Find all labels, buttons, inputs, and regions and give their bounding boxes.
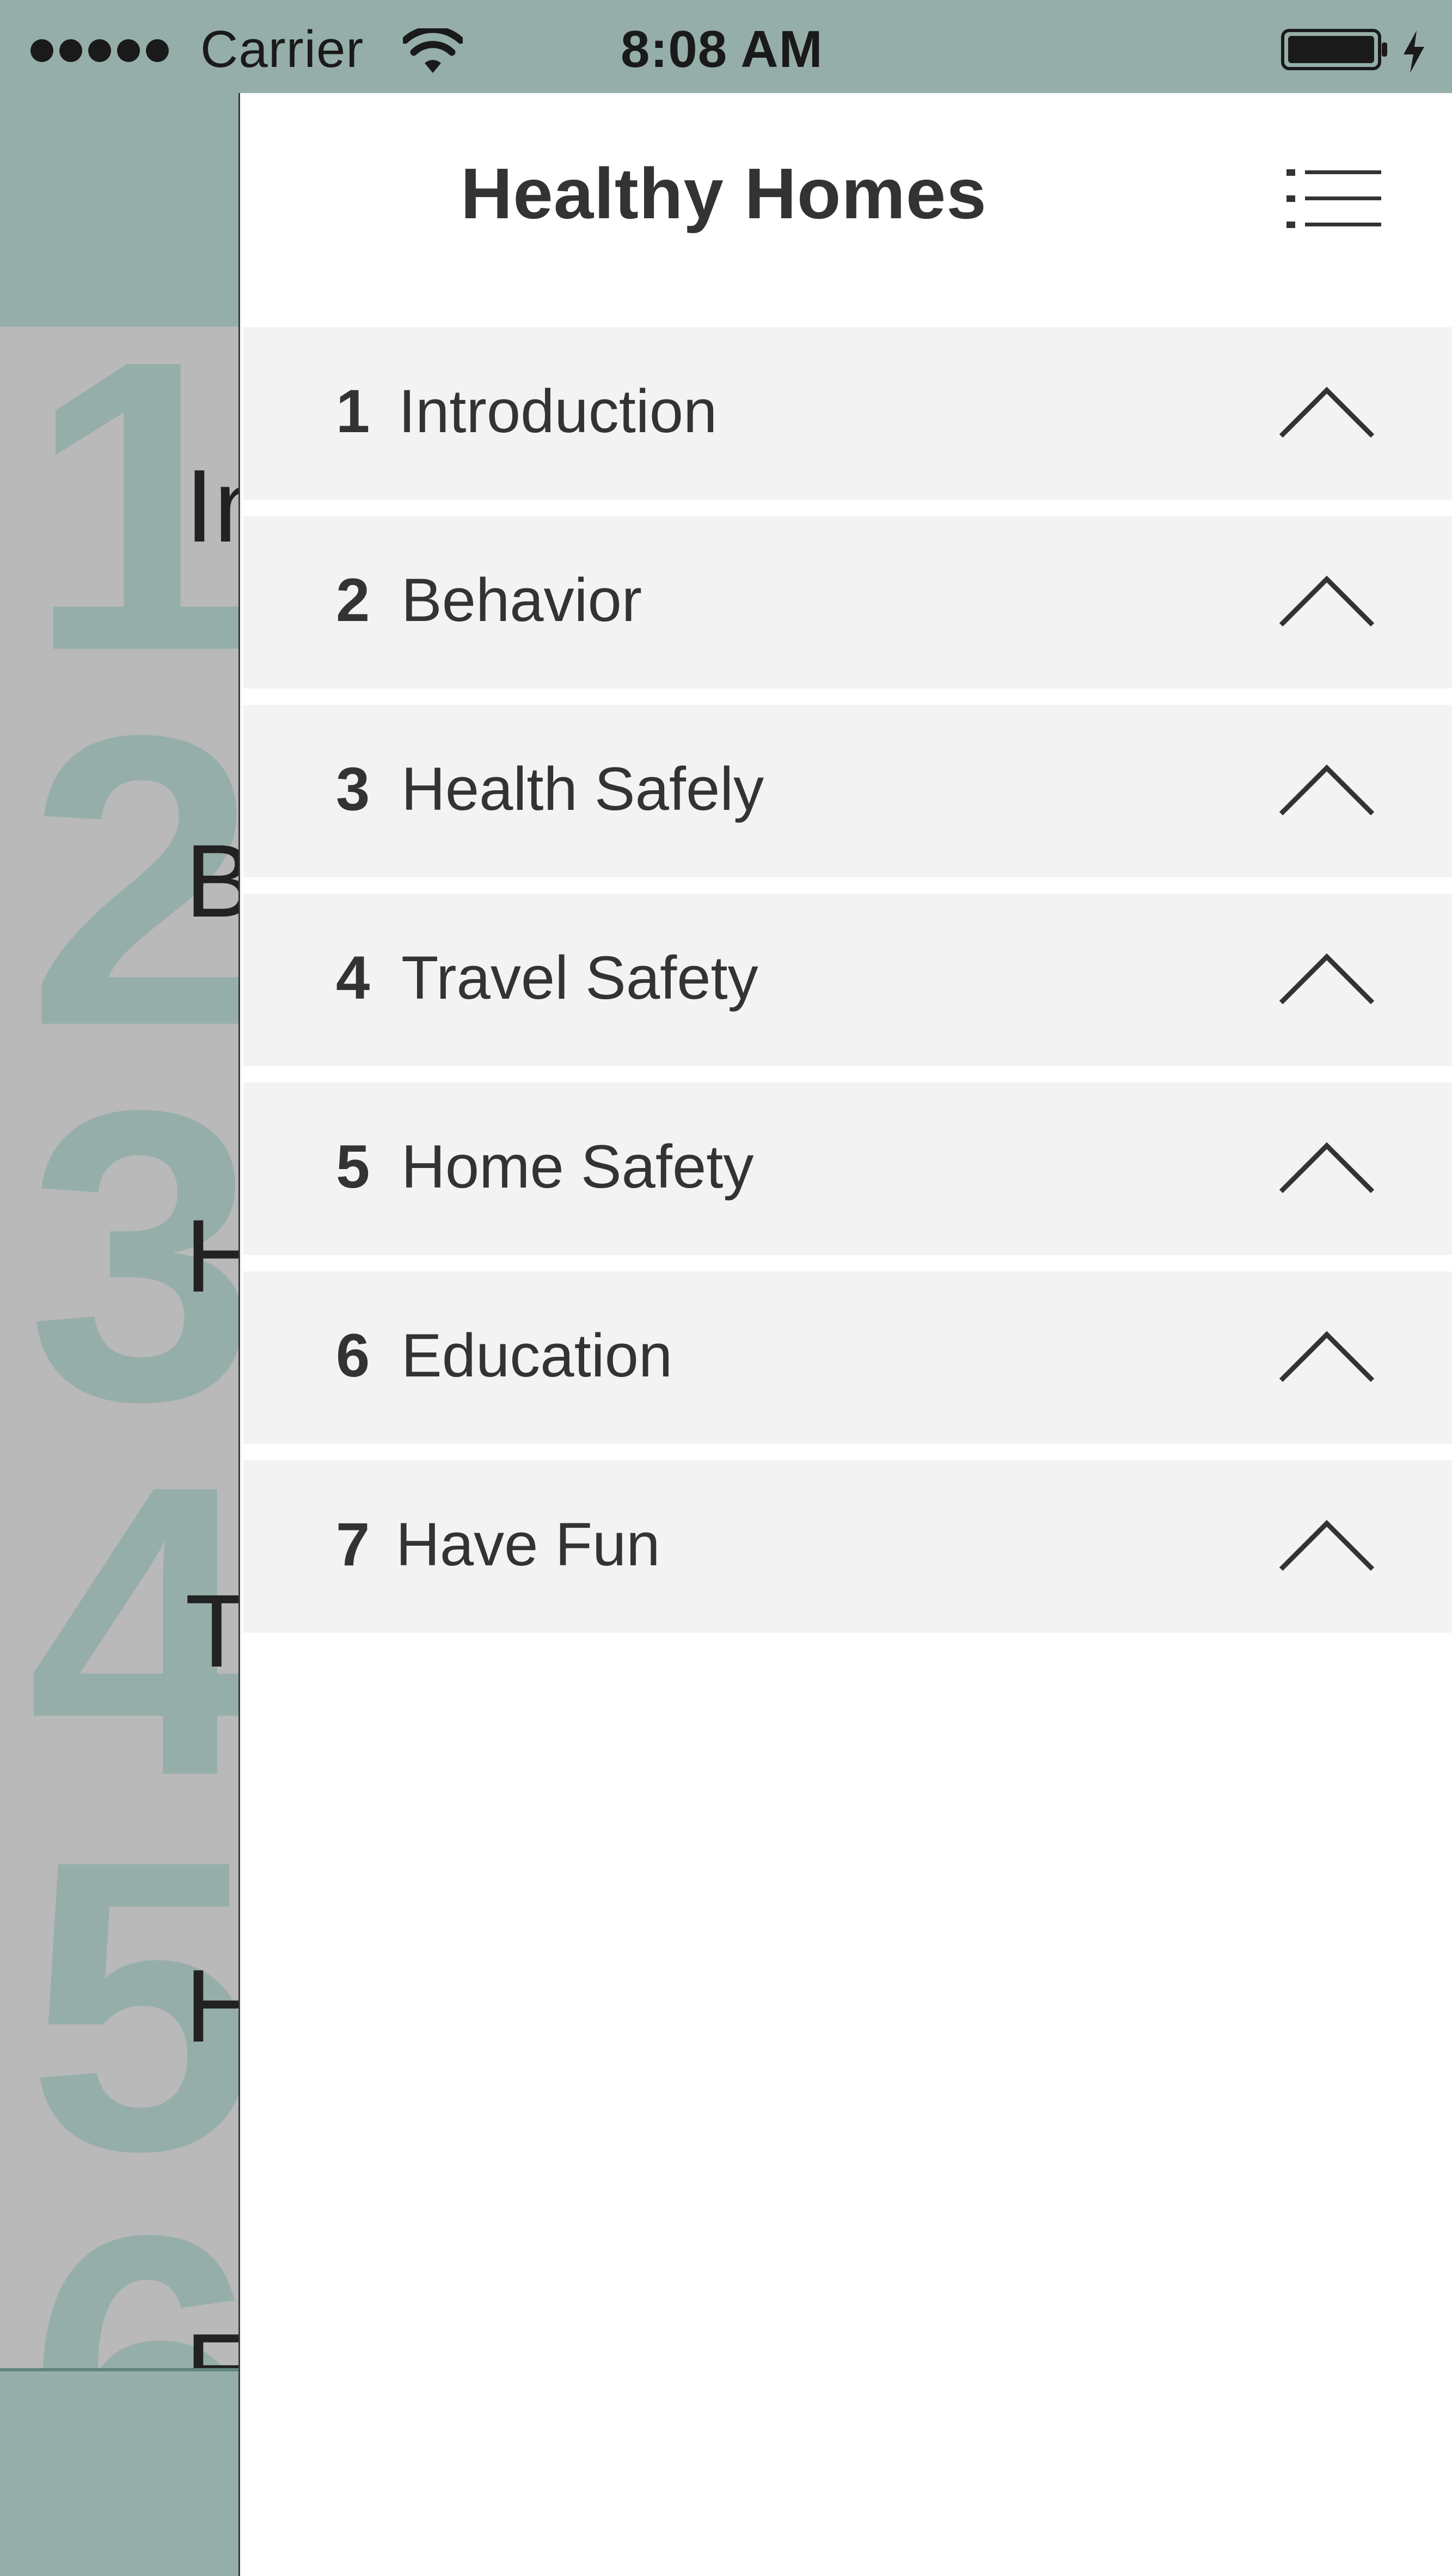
chevron-up-icon[interactable]	[1278, 948, 1376, 1008]
section-title: Home Safety	[401, 1133, 754, 1201]
background-tile[interactable]: 5 H	[0, 1827, 240, 2186]
navigation-drawer: Healthy Homes 1 Introduction 2 Behavior	[238, 93, 1452, 2576]
section-number: 6	[336, 1321, 370, 1390]
chevron-up-icon[interactable]	[1278, 1515, 1376, 1575]
section-item-introduction[interactable]: 1 Introduction	[243, 327, 1452, 500]
section-item-travel-safety[interactable]: 4 Travel Safety	[243, 894, 1452, 1066]
section-number: 4	[336, 944, 370, 1012]
background-tile-label: E	[185, 2316, 240, 2368]
section-item-have-fun[interactable]: 7 Have Fun	[243, 1460, 1452, 1633]
section-title: Introduction	[399, 377, 718, 445]
section-list: 1 Introduction 2 Behavior 3 Health Safel…	[243, 327, 1452, 1649]
background-header	[0, 93, 240, 327]
background-tile[interactable]: 3 H	[0, 1077, 240, 1436]
background-tile[interactable]: 1 In	[0, 327, 240, 686]
section-number: 3	[336, 755, 370, 823]
background-tile-label: H	[185, 1948, 240, 2064]
background-tile-label: T	[185, 1573, 240, 1689]
chevron-up-icon[interactable]	[1278, 1326, 1376, 1386]
app-screen: Carrier 8:08 AM 1 In 2 B 3 H	[0, 0, 1452, 2576]
status-time: 8:08 AM	[621, 20, 823, 78]
section-number: 7	[336, 1510, 370, 1578]
section-title: Health Safely	[401, 755, 764, 823]
charging-bolt-icon	[1404, 30, 1424, 73]
background-tile-label: In	[185, 448, 240, 564]
background-bottom-bar	[0, 2368, 240, 2576]
chevron-up-icon[interactable]	[1278, 1137, 1376, 1197]
signal-dots-icon	[30, 39, 169, 62]
chevron-up-icon[interactable]	[1278, 570, 1376, 630]
list-menu-icon[interactable]	[1281, 158, 1390, 240]
section-number: 1	[336, 377, 370, 445]
background-page: 1 In 2 B 3 H 4 T 5 H 6 E	[0, 93, 240, 2576]
section-item-behavior[interactable]: 2 Behavior	[243, 516, 1452, 688]
background-tile[interactable]: 2 B	[0, 702, 240, 1061]
status-bar: Carrier 8:08 AM	[0, 0, 1452, 93]
section-item-health-safely[interactable]: 3 Health Safely	[243, 705, 1452, 877]
background-tile-label: H	[185, 1198, 240, 1314]
section-item-education[interactable]: 6 Education	[243, 1271, 1452, 1444]
background-tile[interactable]: 6 E	[0, 2202, 240, 2368]
section-number: 5	[336, 1133, 370, 1201]
background-tile[interactable]: 4 T	[0, 1452, 240, 1811]
section-item-home-safety[interactable]: 5 Home Safety	[243, 1083, 1452, 1255]
battery-icon	[1281, 29, 1387, 70]
section-title: Have Fun	[396, 1510, 660, 1578]
background-tile-label: B	[185, 823, 240, 939]
drawer-title: Healthy Homes	[461, 153, 987, 233]
section-number: 2	[336, 566, 370, 634]
chevron-up-icon[interactable]	[1278, 759, 1376, 819]
drawer-header: Healthy Homes	[240, 93, 1452, 327]
section-title: Education	[401, 1321, 673, 1390]
section-title: Behavior	[401, 566, 642, 634]
chevron-up-icon[interactable]	[1278, 382, 1376, 441]
section-title: Travel Safety	[401, 944, 758, 1012]
carrier-label: Carrier	[200, 20, 364, 78]
wifi-icon	[403, 28, 463, 73]
